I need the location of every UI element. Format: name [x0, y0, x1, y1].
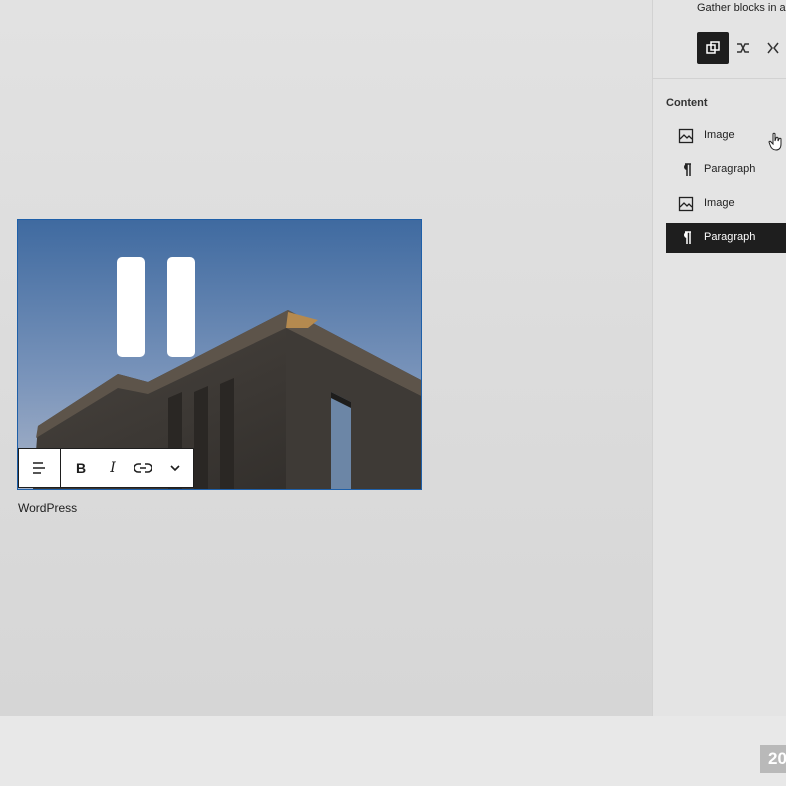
link-icon [134, 463, 152, 473]
chevron-down-icon [170, 465, 180, 472]
list-item-image[interactable]: Image [666, 189, 786, 219]
list-item-paragraph[interactable]: Paragraph [666, 155, 786, 185]
group-button[interactable] [697, 32, 729, 64]
paragraph-icon [684, 163, 691, 176]
group-icon [706, 41, 720, 54]
hand-cursor-icon [768, 132, 782, 151]
pause-icon[interactable] [117, 257, 145, 357]
list-item-paragraph-selected[interactable]: Paragraph [666, 223, 786, 253]
ungroup-icon [767, 42, 779, 54]
shuffle-button[interactable] [727, 32, 759, 64]
year-badge: 20 [760, 745, 786, 773]
video-footer-bar [0, 716, 786, 786]
italic-button[interactable]: I [99, 454, 127, 482]
shuffle-icon [737, 43, 749, 53]
list-item-label: Paragraph [704, 163, 756, 175]
ungroup-button[interactable] [757, 32, 786, 64]
align-button[interactable] [25, 454, 53, 482]
list-item-label: Paragraph [704, 231, 756, 243]
block-toolbar: B I [18, 448, 194, 488]
image-icon [678, 128, 694, 144]
list-item-label: Image [704, 129, 735, 141]
toolbar-separator [60, 449, 61, 487]
block-description: Gather blocks in a [697, 2, 786, 14]
paragraph-icon [684, 231, 691, 244]
content-heading: Content [666, 97, 708, 109]
pause-icon[interactable] [167, 257, 195, 357]
bold-button[interactable]: B [67, 454, 95, 482]
align-left-icon [33, 462, 45, 474]
sidebar-divider [652, 78, 786, 79]
link-button[interactable] [129, 454, 157, 482]
more-options-button[interactable] [161, 454, 189, 482]
image-caption[interactable]: WordPress [18, 501, 77, 515]
list-item-label: Image [704, 197, 735, 209]
image-icon [678, 196, 694, 212]
